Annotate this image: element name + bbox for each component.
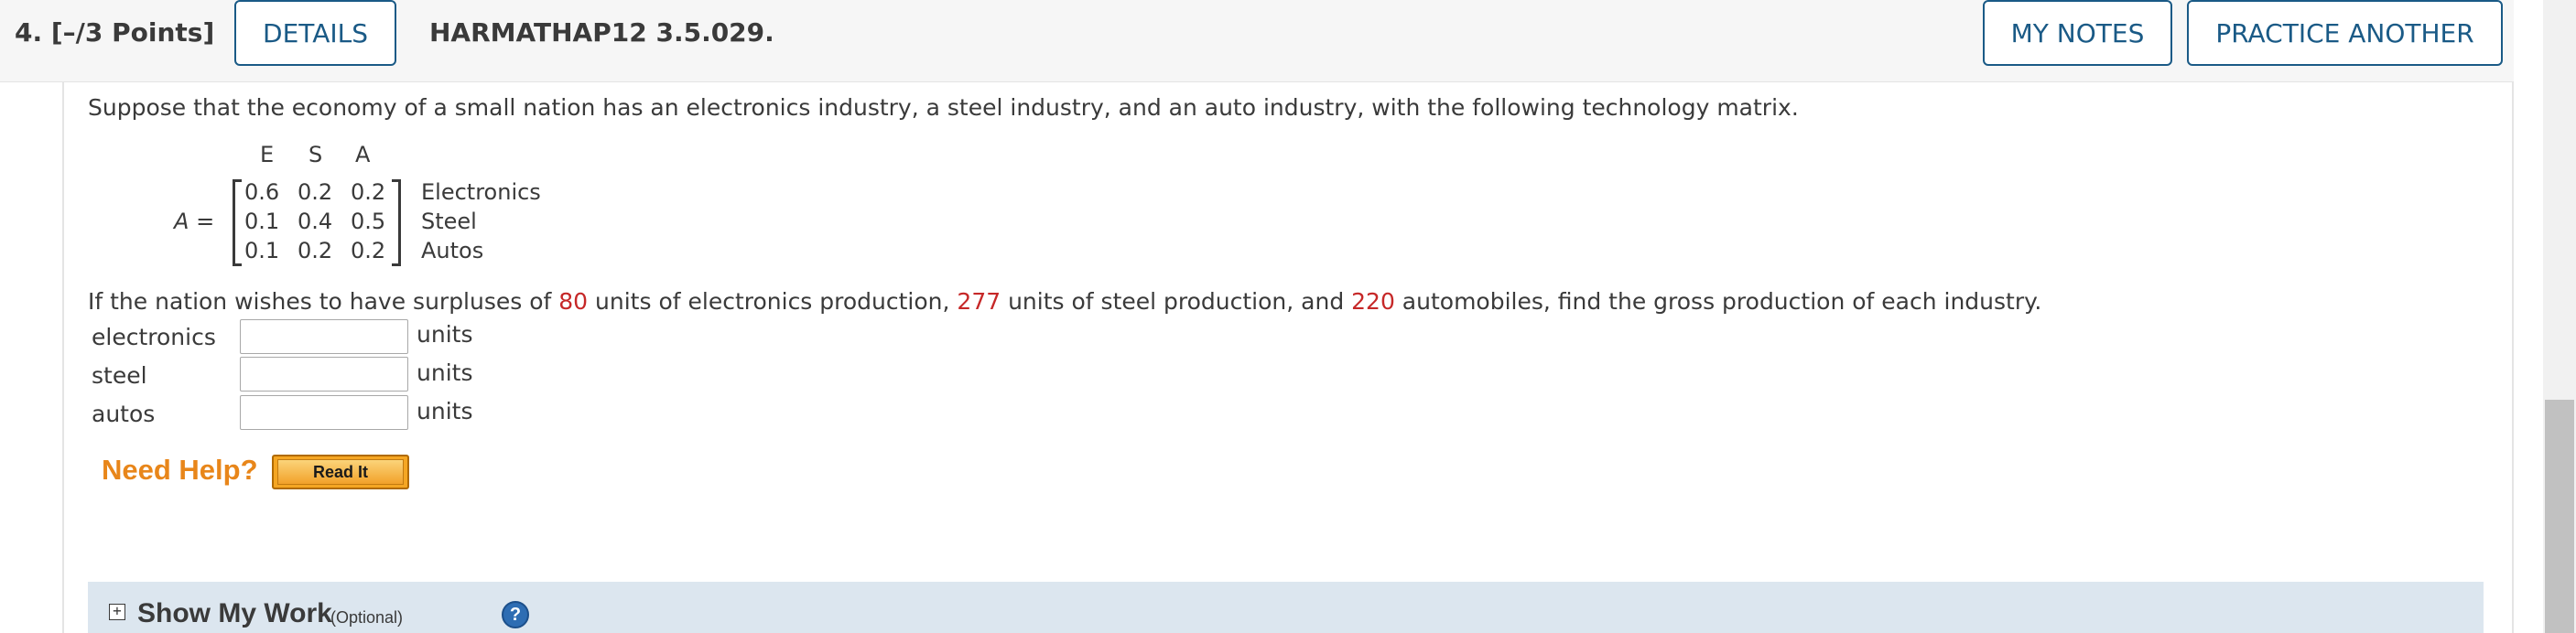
- steel-input[interactable]: [240, 357, 408, 392]
- matrix-row-label-autos: Autos: [421, 238, 484, 263]
- question-body-frame: [62, 82, 2514, 633]
- electronics-input[interactable]: [240, 319, 408, 354]
- electronics-label: electronics: [92, 324, 216, 350]
- my-notes-button[interactable]: MY NOTES: [1983, 0, 2172, 66]
- surplus-autos-value: 220: [1351, 288, 1395, 315]
- matrix-column-label-s: S: [308, 142, 323, 167]
- autos-input[interactable]: [240, 395, 408, 430]
- matrix-cell: 0.1: [244, 209, 280, 234]
- show-my-work-title[interactable]: Show My Work: [137, 598, 332, 629]
- read-it-button[interactable]: Read It: [272, 455, 409, 489]
- surplus-steel-value: 277: [957, 288, 1001, 315]
- optional-label: (Optional): [330, 608, 404, 627]
- matrix-cell: 0.2: [298, 238, 333, 263]
- matrix-cell: 0.4: [298, 209, 333, 234]
- need-help-label: Need Help?: [102, 454, 258, 486]
- matrix-cell: 0.1: [244, 238, 280, 263]
- electronics-unit: units: [417, 321, 473, 348]
- practice-another-button[interactable]: PRACTICE ANOTHER: [2187, 0, 2503, 66]
- matrix-column-label-a: A: [355, 142, 371, 167]
- matrix-cell: 0.5: [351, 209, 386, 234]
- autos-label: autos: [92, 401, 156, 427]
- question-header: 4. [–/3 Points] DETAILS HARMATHAP12 3.5.…: [0, 0, 2514, 82]
- matrix-right-bracket: [392, 179, 401, 266]
- read-it-label: Read It: [277, 459, 404, 485]
- show-my-work-panel: + Show My Work (Optional) ?: [88, 582, 2484, 633]
- matrix-cell: 0.2: [351, 179, 386, 205]
- expand-icon[interactable]: +: [109, 604, 125, 620]
- points-label: [–/3 Points]: [50, 17, 215, 48]
- surplus-electronics-value: 80: [558, 288, 589, 315]
- matrix-cell: 0.6: [244, 179, 280, 205]
- details-button[interactable]: DETAILS: [234, 0, 396, 66]
- problem-intro: Suppose that the economy of a small nati…: [88, 94, 1799, 121]
- problem-question: If the nation wishes to have surpluses o…: [88, 288, 2042, 315]
- matrix-name: A =: [174, 209, 215, 234]
- page-scrollbar-thumb[interactable]: [2545, 400, 2574, 633]
- matrix-column-label-e: E: [260, 142, 275, 167]
- question-code: HARMATHAP12 3.5.029.: [429, 17, 774, 48]
- matrix-left-bracket: [233, 179, 242, 266]
- matrix-row-label-electronics: Electronics: [421, 179, 541, 205]
- autos-unit: units: [417, 398, 473, 424]
- matrix-cell: 0.2: [351, 238, 386, 263]
- help-icon[interactable]: ?: [502, 601, 529, 628]
- matrix-cell: 0.2: [298, 179, 333, 205]
- steel-label: steel: [92, 362, 147, 389]
- steel-unit: units: [417, 359, 473, 386]
- question-number: 4. [–/3 Points]: [15, 17, 215, 48]
- matrix-row-label-steel: Steel: [421, 209, 477, 234]
